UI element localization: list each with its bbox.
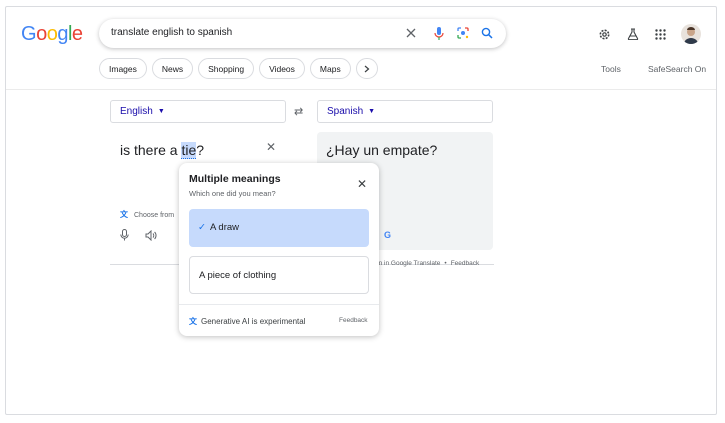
source-language-select[interactable]: English ▼ bbox=[110, 100, 286, 123]
target-language-select[interactable]: Spanish ▼ bbox=[317, 100, 493, 123]
logo-letter: e bbox=[71, 23, 83, 45]
logo-letter: o bbox=[46, 23, 58, 45]
generative-ai-note: 文 Generative AI is experimental bbox=[189, 316, 306, 327]
chip-maps[interactable]: Maps bbox=[309, 58, 351, 79]
chip-images[interactable]: Images bbox=[99, 58, 147, 79]
target-language-label: Spanish bbox=[327, 106, 364, 117]
chip-shopping[interactable]: Shopping bbox=[198, 58, 255, 79]
translator-footer: en in Google Translate • Feedback bbox=[375, 260, 480, 267]
translate-ai-icon: 文 bbox=[120, 210, 128, 219]
lens-icon[interactable] bbox=[456, 26, 470, 40]
multiple-meanings-popup: Multiple meanings Which one did you mean… bbox=[179, 163, 379, 336]
avatar[interactable] bbox=[681, 24, 701, 44]
ambiguous-word-highlight[interactable]: tie bbox=[181, 142, 197, 159]
choose-from-hint[interactable]: 文 Choose from bbox=[120, 209, 174, 220]
mic-icon[interactable] bbox=[432, 26, 446, 40]
swap-languages-icon[interactable]: ⇄ bbox=[294, 105, 303, 118]
meaning-option[interactable]: A piece of clothing bbox=[189, 256, 369, 294]
logo-letter: G bbox=[21, 23, 37, 45]
google-logo[interactable]: Google bbox=[21, 23, 83, 46]
search-box[interactable]: translate english to spanish bbox=[99, 19, 506, 48]
source-text-after: ? bbox=[196, 142, 205, 158]
translator-feedback-link[interactable]: Feedback bbox=[451, 260, 480, 267]
apps-grid-icon[interactable] bbox=[653, 27, 667, 41]
mic-icon[interactable] bbox=[118, 229, 130, 241]
chevron-right-icon bbox=[364, 65, 370, 72]
chip-videos[interactable]: Videos bbox=[259, 58, 305, 79]
search-input[interactable]: translate english to spanish bbox=[111, 27, 232, 38]
source-text-area[interactable]: is there a tie? bbox=[120, 142, 205, 159]
chips-more-button[interactable] bbox=[355, 58, 378, 79]
search-filter-chips: Images News Shopping Videos Maps bbox=[99, 58, 378, 79]
popup-divider bbox=[179, 304, 379, 305]
clear-source-icon[interactable]: ✕ bbox=[266, 140, 276, 154]
search-icon[interactable] bbox=[480, 26, 494, 40]
popup-feedback-link[interactable]: Feedback bbox=[339, 317, 368, 324]
google-g-icon: G bbox=[384, 230, 392, 240]
source-language-label: English bbox=[120, 106, 153, 117]
close-icon[interactable] bbox=[404, 26, 418, 40]
translate-ai-icon: 文 bbox=[189, 317, 197, 326]
source-text-before: is there a bbox=[120, 142, 182, 158]
popup-title: Multiple meanings bbox=[189, 173, 281, 185]
choose-from-label: Choose from bbox=[134, 212, 175, 219]
gear-icon[interactable] bbox=[597, 27, 611, 41]
caret-down-icon: ▼ bbox=[368, 108, 376, 115]
header-divider bbox=[6, 89, 716, 90]
speaker-icon[interactable] bbox=[145, 229, 157, 241]
meaning-option-selected[interactable]: ✓ A draw bbox=[189, 209, 369, 247]
generative-ai-label: Generative AI is experimental bbox=[201, 317, 306, 326]
close-icon[interactable]: ✕ bbox=[357, 177, 367, 191]
logo-letter: o bbox=[36, 23, 47, 45]
caret-down-icon: ▼ bbox=[157, 108, 165, 115]
popup-subtitle: Which one did you mean? bbox=[189, 189, 276, 198]
translation-text: ¿Hay un empate? bbox=[326, 142, 438, 158]
tools-button[interactable]: Tools bbox=[601, 64, 621, 74]
meaning-option-label: A piece of clothing bbox=[199, 270, 277, 281]
meaning-option-label: A draw bbox=[209, 222, 240, 233]
chip-news[interactable]: News bbox=[151, 58, 194, 79]
labs-flask-icon[interactable] bbox=[626, 27, 640, 41]
safesearch-button[interactable]: SafeSearch On bbox=[648, 64, 706, 74]
open-in-translate-link[interactable]: en in Google Translate bbox=[375, 260, 440, 267]
logo-letter: g bbox=[57, 23, 68, 45]
check-icon: ✓ bbox=[198, 222, 206, 233]
